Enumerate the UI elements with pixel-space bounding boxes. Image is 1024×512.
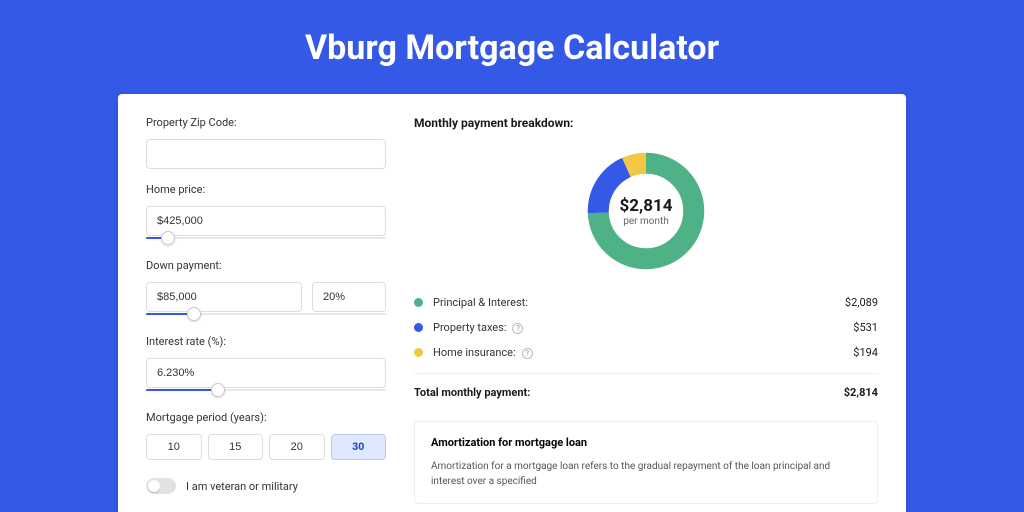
zip-input[interactable] — [146, 139, 386, 169]
veteran-label: I am veteran or military — [186, 480, 298, 493]
interest-rate-field: Interest rate (%): — [146, 335, 386, 397]
period-button-10[interactable]: 10 — [146, 434, 202, 460]
legend-dot-icon — [414, 323, 423, 332]
page-title: Vburg Mortgage Calculator — [0, 0, 1024, 94]
down-payment-input[interactable] — [146, 282, 302, 312]
donut-chart: $2,814 per month — [583, 148, 709, 274]
down-payment-field: Down payment: — [146, 259, 386, 321]
legend-label: Principal & Interest: — [433, 296, 845, 309]
down-payment-slider[interactable] — [146, 311, 386, 321]
slider-thumb[interactable] — [161, 231, 175, 245]
down-payment-percent-input[interactable] — [312, 282, 386, 312]
info-icon[interactable]: ? — [512, 323, 523, 334]
slider-fill — [146, 389, 218, 391]
home-price-field: Home price: — [146, 183, 386, 245]
period-button-15[interactable]: 15 — [208, 434, 264, 460]
home-price-slider[interactable] — [146, 235, 386, 245]
slider-thumb[interactable] — [211, 383, 225, 397]
amortization-text: Amortization for a mortgage loan refers … — [431, 459, 861, 489]
donut-sub: per month — [623, 216, 669, 227]
divider — [414, 373, 878, 374]
home-price-input[interactable] — [146, 206, 386, 236]
slider-track — [146, 237, 386, 239]
total-label: Total monthly payment: — [414, 386, 844, 399]
zip-label: Property Zip Code: — [146, 116, 386, 129]
legend-row: Home insurance:?$194 — [414, 346, 878, 359]
breakdown-panel: Monthly payment breakdown: $2,814 per mo… — [414, 116, 878, 512]
home-price-label: Home price: — [146, 183, 386, 196]
donut-chart-wrap: $2,814 per month — [414, 148, 878, 274]
inputs-panel: Property Zip Code: Home price: Down paym… — [146, 116, 386, 512]
veteran-toggle-row: I am veteran or military — [146, 478, 386, 494]
total-row: Total monthly payment: $2,814 — [414, 386, 878, 399]
interest-rate-label: Interest rate (%): — [146, 335, 386, 348]
period-button-30[interactable]: 30 — [331, 434, 387, 460]
down-payment-label: Down payment: — [146, 259, 386, 272]
amortization-title: Amortization for mortgage loan — [431, 436, 861, 449]
interest-rate-slider[interactable] — [146, 387, 386, 397]
interest-rate-input[interactable] — [146, 358, 386, 388]
donut-amount: $2,814 — [620, 196, 673, 216]
legend: Principal & Interest:$2,089 Property taxe… — [414, 296, 878, 359]
slider-thumb[interactable] — [187, 307, 201, 321]
legend-label: Property taxes:? — [433, 321, 853, 334]
legend-dot-icon — [414, 348, 423, 357]
legend-value: $194 — [853, 346, 878, 359]
zip-field: Property Zip Code: — [146, 116, 386, 169]
breakdown-title: Monthly payment breakdown: — [414, 116, 878, 130]
amortization-box: Amortization for mortgage loan Amortizat… — [414, 421, 878, 504]
donut-center: $2,814 per month — [583, 148, 709, 274]
legend-label: Home insurance:? — [433, 346, 853, 359]
calculator-card: Property Zip Code: Home price: Down paym… — [118, 94, 906, 512]
legend-value: $531 — [853, 321, 878, 334]
period-buttons: 10152030 — [146, 434, 386, 460]
period-button-20[interactable]: 20 — [269, 434, 325, 460]
legend-row: Property taxes:?$531 — [414, 321, 878, 334]
mortgage-period-field: Mortgage period (years): 10152030 — [146, 411, 386, 460]
veteran-toggle[interactable] — [146, 478, 176, 494]
legend-value: $2,089 — [845, 296, 878, 309]
legend-row: Principal & Interest:$2,089 — [414, 296, 878, 309]
info-icon[interactable]: ? — [522, 348, 533, 359]
legend-dot-icon — [414, 298, 423, 307]
mortgage-period-label: Mortgage period (years): — [146, 411, 386, 424]
total-value: $2,814 — [844, 386, 878, 399]
